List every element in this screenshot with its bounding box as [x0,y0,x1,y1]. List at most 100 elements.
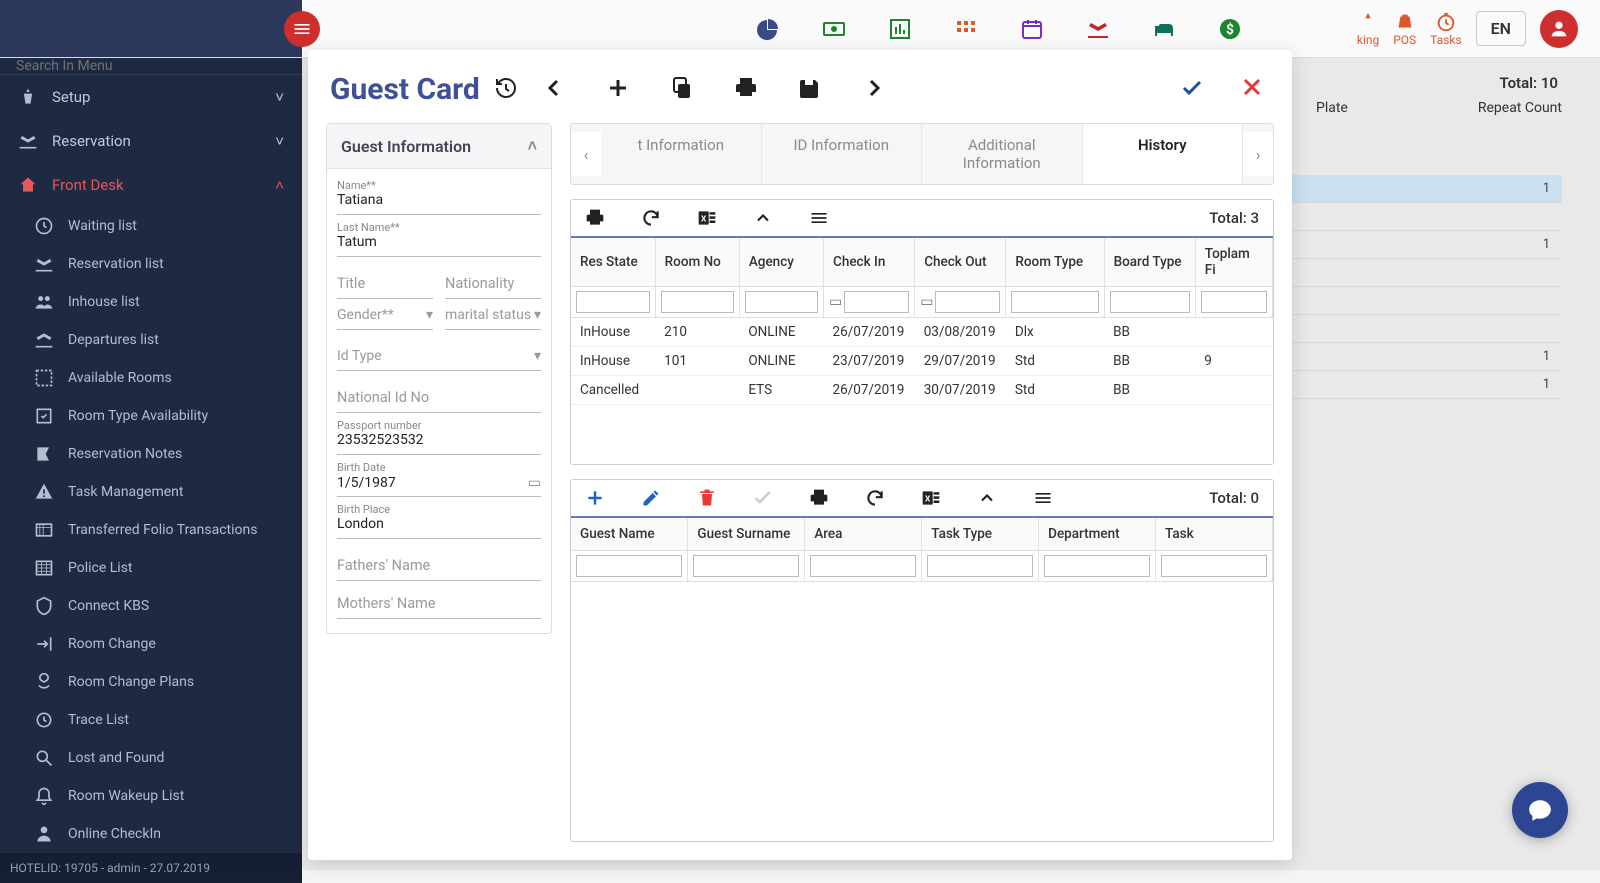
table-row[interactable]: CancelledETS26/07/201930/07/2019StdBB [571,376,1273,405]
filter-input[interactable] [693,555,799,577]
modal-toolbar [542,76,886,104]
tab-bar: ‹ t InformationID InformationAdditional … [570,123,1274,185]
col-header[interactable]: Task [1156,518,1273,551]
filter-input[interactable] [576,291,650,313]
tab-scroll-right[interactable]: › [1243,132,1273,176]
passport-field[interactable]: Passport number 23532523532 [337,415,541,455]
lastname-field[interactable]: Last Name** Tatum [337,217,541,257]
tasks-grid-toolbar: X Total: 0 [571,480,1273,518]
menu-icon[interactable] [1033,488,1053,508]
idtype-select[interactable]: Id Type▾ [337,342,541,371]
tasks-table: Guest NameGuest SurnameAreaTask TypeDepa… [571,518,1273,582]
filter-input[interactable] [576,555,682,577]
history-scrollbar[interactable] [571,454,1273,464]
guest-info-header[interactable]: Guest Information ˄ [327,124,551,169]
col-header[interactable]: Check Out [915,238,1006,287]
collapse-icon[interactable] [977,488,997,508]
copy-button[interactable] [670,76,694,104]
mothers-name-field[interactable]: Mothers' Name [337,589,541,619]
filter-input[interactable] [1161,555,1267,577]
prev-button[interactable] [542,76,566,104]
col-header[interactable]: Check In [824,238,915,287]
history-grid-toolbar: X Total: 3 [571,200,1273,238]
modal-title: Guest Card [330,72,480,107]
birthplace-field[interactable]: Birth Place London [337,499,541,539]
tab-history[interactable]: History [1083,124,1244,184]
fathers-name-field[interactable]: Fathers' Name [337,551,541,581]
col-header[interactable]: Area [805,518,922,551]
refresh-icon[interactable] [641,208,661,228]
filter-input[interactable] [810,555,916,577]
history-table: Res StateRoom NoAgencyCheck InCheck OutR… [571,238,1273,405]
print-icon[interactable] [809,488,829,508]
excel-icon[interactable]: X [921,488,941,508]
col-header[interactable]: Room No [655,238,739,287]
table-row[interactable]: InHouse210ONLINE26/07/201903/08/2019DlxB… [571,318,1273,347]
tasks-total: Total: 0 [1209,489,1259,507]
filter-input[interactable] [927,555,1033,577]
gender-select[interactable]: Gender**▾ [337,301,433,330]
svg-text:X: X [925,494,931,504]
name-field[interactable]: Name** Tatiana [337,175,541,215]
tab-t-info[interactable]: t Information [601,124,762,184]
delete-icon[interactable] [697,488,717,508]
filter-input[interactable] [844,291,909,313]
national-id-field[interactable]: National Id No [337,383,541,413]
add-icon[interactable] [585,488,605,508]
marital-select[interactable]: marital status▾ [445,301,541,330]
dropdown-icon: ▾ [534,348,541,364]
tab-scroll-left[interactable]: ‹ [571,132,601,176]
col-header[interactable]: Board Type [1104,238,1195,287]
modal-overlay: Guest Card Guest Information ˄ [0,0,1600,870]
filter-input[interactable] [1044,555,1150,577]
filter-input[interactable] [935,291,1000,313]
save-button[interactable] [798,76,822,104]
filter-input[interactable] [661,291,734,313]
table-row[interactable]: InHouse101ONLINE23/07/201929/07/2019StdB… [571,347,1273,376]
tab-id-info[interactable]: ID Information [762,124,923,184]
col-header[interactable]: Department [1039,518,1156,551]
title-field[interactable]: Title [337,269,433,299]
right-panel: ‹ t InformationID InformationAdditional … [570,123,1274,842]
birthdate-field[interactable]: Birth Date 1/5/1987▭ [337,457,541,497]
calendar-icon: ▭ [920,294,933,310]
modal-header: Guest Card [308,50,1292,123]
edit-icon[interactable] [641,488,661,508]
excel-icon[interactable]: X [697,208,717,228]
next-button[interactable] [862,76,886,104]
chat-button[interactable] [1512,782,1568,838]
col-header[interactable]: Toplam Fi [1195,238,1272,287]
col-header[interactable]: Guest Surname [688,518,805,551]
check-icon[interactable] [753,488,773,508]
confirm-button[interactable] [1180,76,1204,104]
history-icon[interactable] [494,76,518,104]
col-header[interactable]: Room Type [1006,238,1104,287]
collapse-icon[interactable] [753,208,773,228]
calendar-icon: ▭ [829,294,842,310]
calendar-icon: ▭ [528,475,541,491]
filter-input[interactable] [1201,291,1267,313]
guest-card-modal: Guest Card Guest Information ˄ [308,50,1292,860]
dropdown-icon: ▾ [426,307,433,323]
add-button[interactable] [606,76,630,104]
col-header[interactable]: Guest Name [571,518,688,551]
filter-input[interactable] [1110,291,1190,313]
collapse-icon: ˄ [528,136,537,156]
print-icon[interactable] [585,208,605,228]
col-header[interactable]: Task Type [922,518,1039,551]
col-header[interactable]: Agency [739,238,823,287]
close-button[interactable] [1240,75,1264,105]
svg-text:X: X [701,214,707,224]
refresh-icon[interactable] [865,488,885,508]
filter-input[interactable] [1011,291,1098,313]
history-grid: X Total: 3 Res StateRoom NoAgencyCheck I… [570,199,1274,465]
tab-add-info[interactable]: Additional Information [922,124,1083,184]
tasks-scrollbar[interactable] [571,831,1273,841]
menu-icon[interactable] [809,208,829,228]
filter-input[interactable] [745,291,818,313]
tasks-grid: X Total: 0 Guest NameGuest SurnameAreaTa… [570,479,1274,842]
print-button[interactable] [734,76,758,104]
history-total: Total: 3 [1209,209,1259,227]
nationality-field[interactable]: Nationality [445,269,541,299]
col-header[interactable]: Res State [571,238,655,287]
